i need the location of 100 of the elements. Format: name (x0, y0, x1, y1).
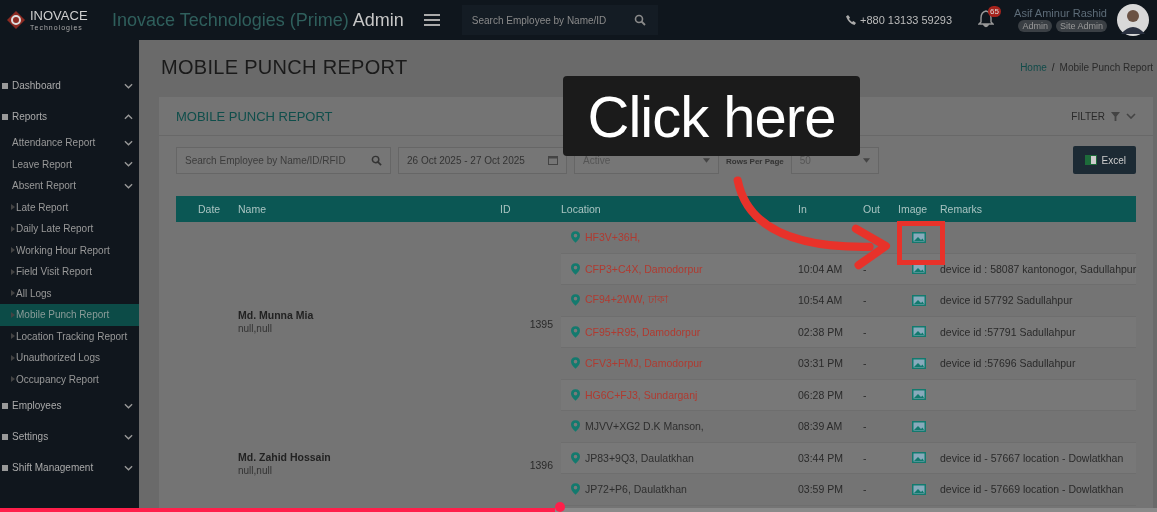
chevron-icon[interactable] (124, 113, 133, 120)
sidebar-item[interactable]: Occupancy Report (0, 368, 139, 390)
in-time: 02:38 PM (798, 325, 843, 338)
location-pin-icon (571, 388, 580, 401)
brand-name: INOVACE (30, 9, 88, 22)
sidebar-item[interactable]: Attendance Report (0, 132, 139, 154)
spreadsheet-icon (1084, 155, 1097, 165)
sidebar-item[interactable]: Shift Management (0, 452, 139, 483)
remarks-text: device id : 58087 kantonogor, Sadullahpur (940, 262, 1137, 275)
employee-name: Md. Zahid Hossain (238, 450, 332, 463)
employee-detail: null,null (238, 464, 273, 476)
out-time: - (863, 420, 867, 433)
location-pin-icon (571, 357, 580, 370)
callout-tooltip: Click here (563, 76, 860, 156)
search-field[interactable]: Search Employee by Name/ID (461, 5, 658, 35)
column-header: Location (561, 203, 602, 215)
funnel-icon (1111, 111, 1120, 121)
remarks-text: device id - 57669 location - Dowlatkhan (940, 483, 1124, 496)
search-icon[interactable] (371, 154, 382, 166)
logo-icon (6, 10, 26, 30)
square-icon (1, 81, 9, 90)
employee-name: Md. Munna Mia (238, 309, 315, 321)
in-time: 10:54 AM (798, 294, 843, 307)
page-title: MOBILE PUNCH REPORT (161, 55, 408, 79)
remarks-text: device id 57792 Sadullahpur (940, 294, 1073, 307)
chevron-icon[interactable] (124, 182, 133, 189)
bullet-icon (11, 268, 15, 275)
column-header: In (798, 203, 808, 215)
square-icon (1, 432, 9, 441)
out-time: - (863, 325, 867, 338)
search-icon[interactable] (633, 14, 646, 26)
bullet-icon (11, 333, 15, 340)
in-time: 08:39 AM (798, 420, 843, 433)
notification-count: 65 (988, 6, 1001, 17)
sidebar-item[interactable]: Settings (0, 421, 139, 452)
chevron-icon[interactable] (124, 82, 133, 89)
role-tag: Admin (1018, 20, 1052, 32)
video-progress-track[interactable] (0, 502, 1157, 512)
chevron-icon (1126, 113, 1136, 119)
chevron-icon[interactable] (124, 161, 133, 168)
phone-icon (846, 15, 856, 25)
avatar[interactable] (1117, 4, 1149, 36)
breadcrumb-separator: / (1051, 61, 1055, 73)
in-time: 03:31 PM (798, 357, 843, 370)
sidebar-item[interactable]: Daily Late Report (0, 218, 139, 240)
remarks-text: device id :57696 Sadullahpur (940, 357, 1076, 370)
breadcrumb-item: Mobile Punch Report (1059, 61, 1153, 73)
role-tag: Site Admin (1055, 20, 1107, 32)
column-header: Out (862, 203, 881, 215)
square-icon (1, 112, 9, 121)
sidebar-item[interactable]: Employees (0, 390, 139, 421)
bullet-icon (11, 376, 15, 383)
column-header: Image (898, 203, 929, 215)
bullet-icon (11, 247, 15, 254)
location-pin-icon (571, 483, 580, 496)
in-time: 06:28 PM (798, 388, 843, 401)
square-icon (1, 401, 9, 410)
excel-button[interactable]: Excel (1072, 146, 1136, 174)
sidebar-item[interactable]: Location Tracking Report (0, 325, 139, 347)
in-time: 10:04 AM (798, 262, 843, 275)
sidebar-item[interactable]: Field Visit Report (0, 261, 139, 283)
phone-number: +880 13133 59293 (860, 14, 953, 26)
user-name: Asif Aminur Rashid (1014, 8, 1107, 19)
location-pin-icon (571, 451, 580, 464)
sidebar-item[interactable]: Mobile Punch Report (0, 304, 139, 326)
in-time: 03:44 PM (798, 451, 843, 464)
column-header: Date (197, 203, 222, 215)
bullet-icon (11, 354, 15, 361)
app-title: Inovace Technologies (Prime) (112, 9, 349, 31)
column-header: Remarks (940, 203, 983, 215)
card-title: MOBILE PUNCH REPORT (176, 108, 333, 124)
sidebar-item[interactable]: Absent Report (0, 175, 139, 197)
sidebar-item[interactable]: Working Hour Report (0, 239, 139, 261)
employee-id: 1395 (529, 317, 553, 330)
chevron-icon[interactable] (124, 139, 133, 146)
sidebar-item[interactable]: Reports (0, 101, 139, 132)
out-time: - (863, 262, 867, 275)
out-time: - (863, 294, 867, 307)
location-pin-icon (571, 294, 580, 307)
sidebar-item[interactable]: Leave Report (0, 153, 139, 175)
bullet-icon (11, 225, 15, 232)
column-header: ID (500, 203, 512, 215)
menu-icon[interactable] (423, 14, 440, 26)
sidebar-item[interactable]: Unauthorized Logs (0, 347, 139, 369)
sidebar-item[interactable]: Late Report (0, 196, 139, 218)
out-time: - (863, 357, 867, 370)
chevron-icon[interactable] (124, 402, 133, 409)
out-time: - (863, 388, 867, 401)
sidebar-item[interactable]: Dashboard (0, 70, 139, 101)
location-pin-icon (571, 262, 580, 275)
sidebar-item[interactable]: All Logs (0, 282, 139, 304)
video-progress-handle[interactable] (555, 502, 566, 512)
remarks-text: device id - 57667 location - Dowlatkhan (940, 451, 1124, 464)
chevron-icon[interactable] (124, 464, 133, 471)
chevron-icon[interactable] (124, 433, 133, 440)
rows-per-page-label: Rows Per Page (726, 157, 784, 166)
remarks-text: device id :57791 Sadullahpur (940, 325, 1076, 338)
bullet-icon (11, 311, 15, 318)
location-pin-icon (571, 231, 580, 244)
location-pin-icon (571, 325, 580, 338)
